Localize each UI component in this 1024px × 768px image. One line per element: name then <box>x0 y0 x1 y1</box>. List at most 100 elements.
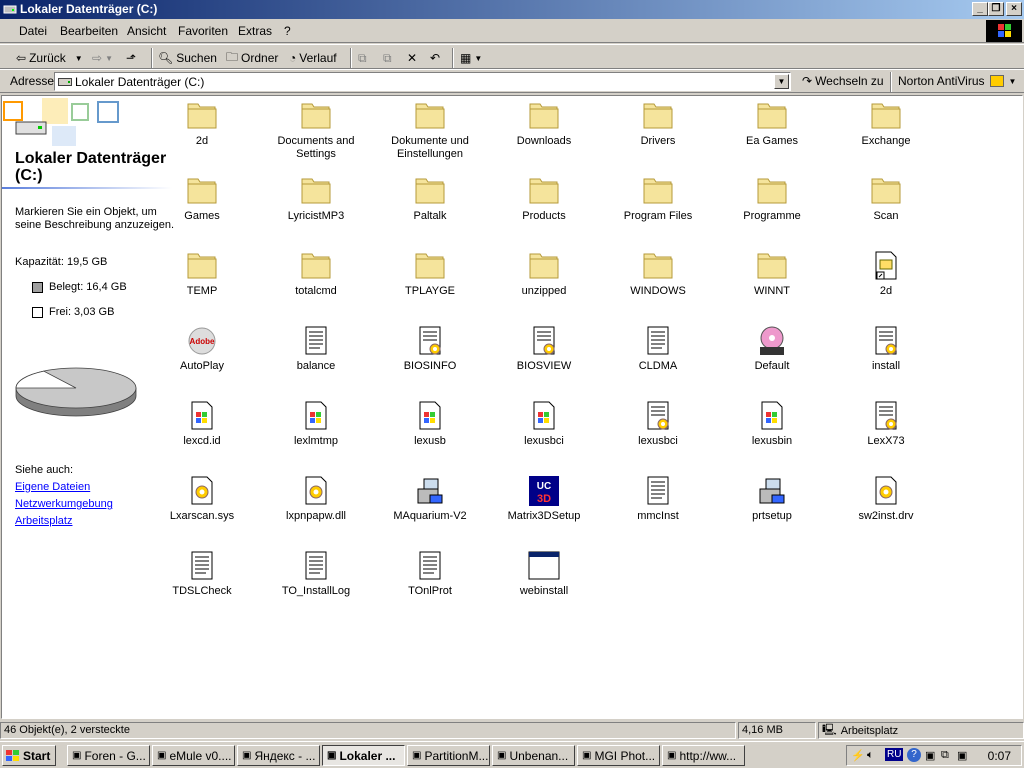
menu-ansicht[interactable]: Ansicht <box>127 24 166 38</box>
file-item[interactable]: balance <box>266 325 366 395</box>
folder-item[interactable]: 2d <box>152 100 252 170</box>
file-item[interactable]: MAquarium-V2 <box>380 475 480 545</box>
folder-item[interactable]: Drivers <box>608 100 708 170</box>
up-folder-icon: ⬏ <box>126 51 137 65</box>
taskbar-button[interactable]: ▣ MGI Phot... <box>577 745 660 766</box>
file-item[interactable]: lexlmtmp <box>266 400 366 470</box>
menu-favoriten[interactable]: Favoriten <box>178 24 228 38</box>
address-dropdown-button[interactable]: ▼ <box>774 74 789 89</box>
file-item[interactable]: Lxarscan.sys <box>152 475 252 545</box>
go-button[interactable]: ↷ Wechseln zu <box>802 74 884 88</box>
link-eigene-dateien[interactable]: Eigene Dateien <box>15 481 90 493</box>
folder-item[interactable]: Ea Games <box>722 100 822 170</box>
delete-button[interactable]: ✕ <box>407 49 417 67</box>
file-item[interactable]: BIOSINFO <box>380 325 480 395</box>
folder-item[interactable]: totalcmd <box>266 250 366 320</box>
file-item[interactable]: mmcInst <box>608 475 708 545</box>
folder-item[interactable]: Paltalk <box>380 175 480 245</box>
file-item[interactable]: lexusbci <box>608 400 708 470</box>
menu-datei[interactable]: Datei <box>19 24 47 38</box>
file-item[interactable]: Default <box>722 325 822 395</box>
tray-app-icon[interactable]: ▣ <box>957 749 967 762</box>
taskbar-button[interactable]: ▣ Lokaler ... <box>322 745 405 766</box>
folder-icon <box>870 175 902 207</box>
item-label: prtsetup <box>752 510 792 522</box>
file-item[interactable]: lexusbin <box>722 400 822 470</box>
file-item[interactable]: lexusbci <box>494 400 594 470</box>
folder-item[interactable]: Programme <box>722 175 822 245</box>
search-button[interactable]: 🔍︎ Suchen <box>158 49 217 67</box>
file-item[interactable]: TOnlProt <box>380 550 480 620</box>
language-indicator[interactable]: RU <box>885 748 904 761</box>
file-item[interactable]: TDSLCheck <box>152 550 252 620</box>
volume-icon[interactable]: 🔈︎ <box>867 749 874 762</box>
help-icon[interactable]: ? <box>907 748 921 762</box>
taskbar-button[interactable]: ▣ Foren - G... <box>67 745 150 766</box>
taskbar-button[interactable]: ▣ eMule v0.... <box>152 745 235 766</box>
file-item[interactable]: lxpnpapw.dll <box>266 475 366 545</box>
start-button[interactable]: Start <box>2 745 56 766</box>
taskbar-button[interactable]: ▣ Unbenan... <box>492 745 575 766</box>
taskbar-button[interactable]: ▣ http://ww... <box>662 745 745 766</box>
undo-button[interactable]: ↶ <box>430 49 440 67</box>
folder-item[interactable]: Downloads <box>494 100 594 170</box>
item-label: lexcd.id <box>183 435 221 447</box>
link-netzwerkumgebung[interactable]: Netzwerkumgebung <box>15 498 113 510</box>
copy-to-button[interactable]: ⧉ <box>383 49 392 67</box>
folder-item[interactable]: TPLAYGE <box>380 250 480 320</box>
folder-item[interactable]: WINDOWS <box>608 250 708 320</box>
title-bar[interactable]: Lokaler Datenträger (C:) _ ❐ × <box>0 0 1024 19</box>
move-to-button[interactable]: ⧉ <box>358 49 367 67</box>
views-button[interactable]: ▦ ▼ <box>460 49 482 67</box>
menu-help[interactable]: ? <box>284 24 291 38</box>
close-button[interactable]: × <box>1006 2 1022 16</box>
folder-item[interactable]: TEMP <box>152 250 252 320</box>
folder-item[interactable]: Program Files <box>608 175 708 245</box>
file-item[interactable]: UC 3D Matrix3DSetup <box>494 475 594 545</box>
svg-text:UC: UC <box>537 481 551 492</box>
folder-item[interactable]: WINNT <box>722 250 822 320</box>
minimize-button[interactable]: _ <box>972 2 988 16</box>
file-item[interactable]: lexcd.id <box>152 400 252 470</box>
file-item[interactable]: prtsetup <box>722 475 822 545</box>
file-item[interactable]: TO_InstallLog <box>266 550 366 620</box>
file-item[interactable]: 2d <box>836 250 936 320</box>
monitor-icon[interactable]: ▣ <box>925 749 935 762</box>
history-button[interactable]: ◔ Verlauf <box>289 49 337 67</box>
menu-extras[interactable]: Extras <box>238 24 272 38</box>
folder-item[interactable]: unzipped <box>494 250 594 320</box>
link-arbeitsplatz[interactable]: Arbeitsplatz <box>15 515 72 527</box>
toolbar-separator <box>350 48 352 68</box>
file-item[interactable]: webinstall <box>494 550 594 620</box>
address-input[interactable]: Lokaler Datenträger (C:) ▼ <box>54 72 791 91</box>
taskbar-button[interactable]: ▣ Яндекс - ... <box>237 745 320 766</box>
folder-item[interactable]: Documents and Settings <box>266 100 366 170</box>
folder-item[interactable]: Products <box>494 175 594 245</box>
folder-item[interactable]: Dokumente und Einstellungen <box>380 100 480 170</box>
file-item[interactable]: install <box>836 325 936 395</box>
title-underline <box>2 187 172 189</box>
folder-view[interactable]: Lokaler Datenträger (C:) Markieren Sie e… <box>1 95 1023 719</box>
forward-button[interactable]: ⇨ ▼ <box>92 49 113 67</box>
folder-item[interactable]: LyricistMP3 <box>266 175 366 245</box>
up-folder-button[interactable]: ⬏ <box>126 49 136 67</box>
file-item[interactable]: sw2inst.drv <box>836 475 936 545</box>
file-item[interactable]: Adobe AutoPlay <box>152 325 252 395</box>
file-item[interactable]: lexusb <box>380 400 480 470</box>
norton-antivirus-button[interactable]: Norton AntiVirus ▼ <box>898 74 1016 88</box>
file-item[interactable]: BIOSVIEW <box>494 325 594 395</box>
file-item[interactable]: LexX73 <box>836 400 936 470</box>
folder-item[interactable]: Games <box>152 175 252 245</box>
folder-item[interactable]: Exchange <box>836 100 936 170</box>
back-button[interactable]: ⇦ Zurück ▼ <box>16 49 83 67</box>
config-icon <box>870 325 902 357</box>
folder-item[interactable]: Scan <box>836 175 936 245</box>
taskbar-button[interactable]: ▣ PartitionM... <box>407 745 490 766</box>
clock: 0:07 <box>987 749 1011 763</box>
menu-bearbeiten[interactable]: Bearbeiten <box>60 24 118 38</box>
file-item[interactable]: CLDMA <box>608 325 708 395</box>
restore-button[interactable]: ❐ <box>988 2 1004 16</box>
network-icon[interactable]: ⚡ <box>851 749 865 762</box>
network-connections-icon[interactable]: ⧉ <box>941 749 949 762</box>
folders-button[interactable]: 🗀 Ordner <box>226 49 278 67</box>
